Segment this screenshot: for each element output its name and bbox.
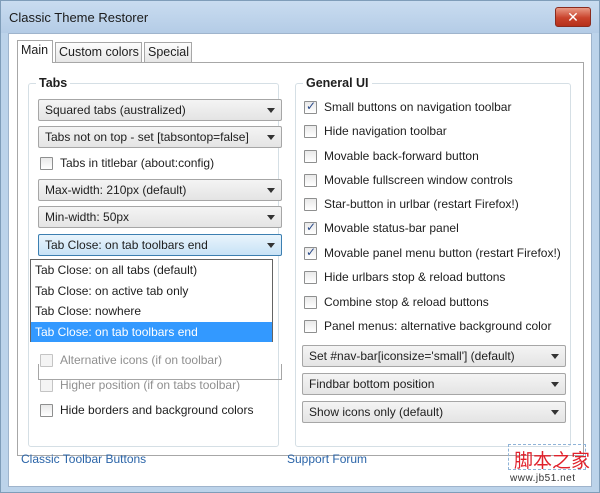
iconsize-select[interactable]: Set #nav-bar[iconsize='small'] (default) [302,345,566,367]
checkbox-box[interactable] [304,271,317,284]
watermark-logo: 脚本之家 www.jb51.net [506,444,596,486]
obscured-select-edge [38,364,282,380]
watermark-url: www.jb51.net [510,473,576,484]
dropdown-option-selected[interactable]: Tab Close: on tab toolbars end [31,321,272,342]
show-icons-select[interactable]: Show icons only (default) [302,401,566,423]
movable-back-forward-label: Movable back-forward button [324,149,479,163]
tab-close-value: Tab Close: on tab toolbars end [45,238,208,252]
hide-nav-toolbar-label: Hide navigation toolbar [324,124,447,138]
chevron-down-icon [267,188,275,193]
tabs-on-top-select[interactable]: Tabs not on top - set [tabsontop=false] [38,126,282,148]
tab-shape-value: Squared tabs (australized) [45,103,186,117]
combine-stop-reload-checkbox[interactable]: Combine stop & reload buttons [304,295,564,311]
combine-stop-reload-label: Combine stop & reload buttons [324,295,489,309]
min-width-select[interactable]: Min-width: 50px [38,206,282,228]
movable-status-bar-checkbox[interactable]: Movable status-bar panel [304,220,564,237]
panel-menus-alt-bg-label: Panel menus: alternative background colo… [324,319,552,333]
higher-position-label: Higher position (if on tabs toolbar) [60,378,241,392]
star-button-urlbar-label: Star-button in urlbar (restart Firefox!) [324,197,519,211]
title-bar[interactable]: Classic Theme Restorer ✕ [1,1,599,33]
window-title: Classic Theme Restorer [9,10,149,25]
hide-stop-reload-label: Hide urlbars stop & reload buttons [324,270,506,284]
chevron-down-icon [267,215,275,220]
tabs-group-title: Tabs [36,76,71,90]
hide-stop-reload-checkbox[interactable]: Hide urlbars stop & reload buttons [304,270,564,286]
dropdown-option[interactable]: Tab Close: nowhere [31,301,272,322]
movable-status-bar-label: Movable status-bar panel [324,221,459,235]
movable-fullscreen-controls-label: Movable fullscreen window controls [324,173,513,187]
tab-custom-colors[interactable]: Custom colors [55,42,142,62]
tab-close-dropdown-list: Tab Close: on all tabs (default) Tab Clo… [30,259,273,342]
checkbox-box[interactable] [304,198,317,211]
chevron-down-icon [267,135,275,140]
small-buttons-label: Small buttons on navigation toolbar [324,100,512,114]
checkbox-box[interactable] [40,157,53,170]
chevron-down-icon [267,243,275,248]
movable-panel-menu-checkbox[interactable]: Movable panel menu button (restart Firef… [304,245,564,262]
hide-borders-checkbox[interactable]: Hide borders and background colors [40,403,280,419]
max-width-value: Max-width: 210px (default) [45,183,187,197]
general-ui-group-title: General UI [303,76,372,90]
close-button[interactable]: ✕ [555,7,591,27]
checkbox-box[interactable] [304,320,317,333]
checkbox-box [40,379,53,392]
tabs-on-top-value: Tabs not on top - set [tabsontop=false] [45,130,249,144]
movable-panel-menu-label: Movable panel menu button (restart Firef… [324,246,561,260]
findbar-position-value: Findbar bottom position [309,377,435,391]
tabs-in-titlebar-checkbox[interactable]: Tabs in titlebar (about:config) [40,156,280,172]
checkbox-box[interactable] [304,245,317,260]
dropdown-option[interactable]: Tab Close: on active tab only [31,281,272,302]
dropdown-option[interactable]: Tab Close: on all tabs (default) [31,260,272,281]
classic-toolbar-buttons-link[interactable]: Classic Toolbar Buttons [21,452,146,466]
chevron-down-icon [551,382,559,387]
checkbox-box[interactable] [304,220,317,235]
checkbox-box[interactable] [304,150,317,163]
chevron-down-icon [267,108,275,113]
chevron-down-icon [551,354,559,359]
findbar-position-select[interactable]: Findbar bottom position [302,373,566,395]
checkbox-box[interactable] [304,174,317,187]
tab-close-select[interactable]: Tab Close: on tab toolbars end [38,234,282,256]
star-button-urlbar-checkbox[interactable]: Star-button in urlbar (restart Firefox!) [304,197,564,213]
checkbox-box[interactable] [304,296,317,309]
panel-menus-alt-bg-checkbox[interactable]: Panel menus: alternative background colo… [304,319,564,335]
tab-main[interactable]: Main [17,40,53,63]
movable-fullscreen-controls-checkbox[interactable]: Movable fullscreen window controls [304,173,564,189]
iconsize-value: Set #nav-bar[iconsize='small'] (default) [309,349,515,363]
chevron-down-icon [551,410,559,415]
tabs-in-titlebar-label: Tabs in titlebar (about:config) [60,156,215,170]
max-width-select[interactable]: Max-width: 210px (default) [38,179,282,201]
tab-special[interactable]: Special [144,42,192,62]
tab-shape-select[interactable]: Squared tabs (australized) [38,99,282,121]
movable-back-forward-checkbox[interactable]: Movable back-forward button [304,149,564,165]
hide-nav-toolbar-checkbox[interactable]: Hide navigation toolbar [304,124,564,140]
checkbox-box[interactable] [304,99,317,114]
support-forum-link[interactable]: Support Forum [287,452,367,466]
ctr-options-window: Classic Theme Restorer ✕ Main Custom col… [0,0,600,493]
checkbox-box[interactable] [40,404,53,417]
show-icons-value: Show icons only (default) [309,405,444,419]
small-buttons-checkbox[interactable]: Small buttons on navigation toolbar [304,99,564,116]
watermark-text: 脚本之家 [514,450,591,472]
min-width-value: Min-width: 50px [45,210,130,224]
hide-borders-label: Hide borders and background colors [60,403,254,417]
higher-position-checkbox: Higher position (if on tabs toolbar) [40,378,280,394]
checkbox-box[interactable] [304,125,317,138]
